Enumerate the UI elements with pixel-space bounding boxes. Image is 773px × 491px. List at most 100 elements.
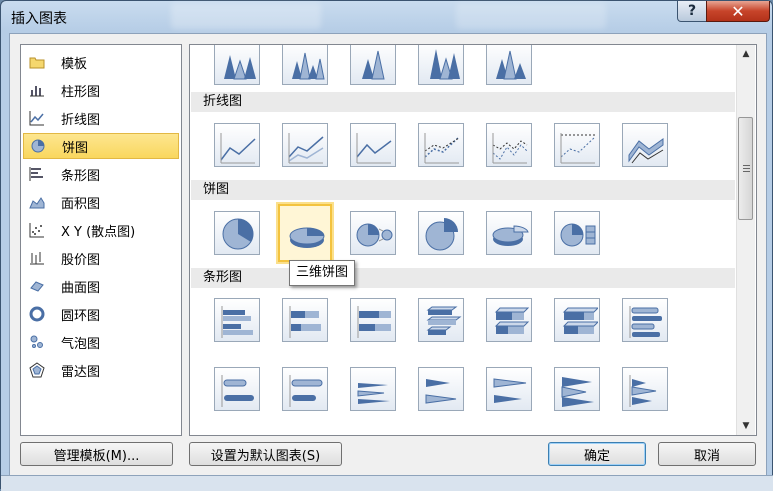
line-chart-thumbnail[interactable] bbox=[554, 123, 600, 167]
line-chart-chart-icon bbox=[424, 133, 460, 164]
cone-column-chart-icon bbox=[224, 55, 256, 80]
pie-chart-thumbnail[interactable] bbox=[418, 211, 464, 255]
line-chart-chart-icon bbox=[628, 138, 664, 164]
line-chart-thumbnail[interactable] bbox=[486, 123, 532, 167]
chart-subtype-gallery: 折线图 饼图 条形图 ▲ ▼ bbox=[189, 44, 757, 436]
line-chart-chart-icon bbox=[492, 133, 528, 164]
insert-chart-dialog: 插入图表 ? ✕ 模板柱形图折线图饼图条形图面积图 X Y (散点图) 股价图曲面图… bbox=[0, 0, 773, 491]
chart-type-item[interactable]: 面积图 bbox=[23, 189, 179, 215]
bar-chart-icon bbox=[29, 166, 45, 182]
pie-chart-chart-icon bbox=[289, 227, 325, 248]
pie-chart-chart-icon bbox=[492, 225, 529, 246]
scroll-down-arrow-icon[interactable]: ▼ bbox=[737, 417, 755, 434]
cylinder-bar-thumbnail[interactable] bbox=[622, 367, 668, 411]
cylinder-bar-thumbnail[interactable] bbox=[486, 367, 532, 411]
bar-chart-thumbnail[interactable] bbox=[554, 298, 600, 342]
close-button[interactable]: ✕ bbox=[706, 1, 770, 22]
cylinder-bar-chart-icon bbox=[493, 378, 527, 403]
column-chart-icon bbox=[29, 82, 45, 98]
chart-type-label: 雷达图 bbox=[61, 364, 101, 380]
pie-chart-thumbnail[interactable] bbox=[554, 211, 600, 255]
pie-chart-chart-icon bbox=[560, 223, 596, 247]
chart-type-item[interactable]: X Y (散点图) bbox=[23, 217, 179, 243]
chart-type-label: X Y (散点图) bbox=[61, 224, 136, 240]
bar-chart-thumbnail[interactable] bbox=[622, 298, 668, 342]
section-header-line: 折线图 bbox=[191, 92, 735, 112]
pie-chart-thumbnail[interactable] bbox=[486, 211, 532, 255]
chart-type-list: 模板柱形图折线图饼图条形图面积图 X Y (散点图) 股价图曲面图 圆环图气泡图雷达图 bbox=[20, 44, 182, 436]
cylinder-bar-thumbnail[interactable] bbox=[350, 367, 396, 411]
chart-type-label: 面积图 bbox=[61, 196, 101, 212]
cylinder-bar-chart-icon bbox=[357, 383, 390, 404]
bubble-chart-icon bbox=[29, 334, 45, 350]
chart-type-label: 气泡图 bbox=[61, 336, 101, 352]
cylinder-bar-chart-icon bbox=[221, 375, 254, 407]
gallery-scrollbar[interactable]: ▲ ▼ bbox=[736, 45, 755, 435]
line-chart-thumbnail[interactable] bbox=[282, 123, 328, 167]
cone-column-thumbnail[interactable] bbox=[282, 45, 328, 85]
chart-type-item[interactable]: 折线图 bbox=[23, 105, 179, 131]
cone-column-thumbnail[interactable] bbox=[418, 45, 464, 85]
cone-column-chart-icon bbox=[292, 52, 325, 80]
scatter-chart-icon bbox=[29, 222, 45, 238]
ok-button[interactable]: 确定 bbox=[548, 442, 646, 466]
tooltip-3d-pie: 三维饼图 bbox=[289, 260, 356, 286]
cone-column-chart-icon bbox=[430, 49, 460, 80]
cancel-button[interactable]: 取消 bbox=[658, 442, 756, 466]
chart-type-item[interactable]: 股价图 bbox=[23, 245, 179, 271]
cylinder-bar-chart-icon bbox=[561, 377, 594, 407]
line-chart-thumbnail[interactable] bbox=[214, 123, 260, 167]
pie-chart-thumbnail[interactable] bbox=[350, 211, 396, 255]
title-bar[interactable]: 插入图表 ? ✕ bbox=[1, 1, 772, 35]
pie-chart-thumbnail[interactable] bbox=[278, 204, 332, 262]
pie-chart-thumbnail[interactable] bbox=[214, 211, 260, 255]
surface-chart-icon bbox=[29, 278, 45, 294]
chart-type-label: 股价图 bbox=[61, 252, 101, 268]
cylinder-bar-thumbnail[interactable] bbox=[214, 367, 260, 411]
chart-type-label: 饼图 bbox=[62, 140, 89, 156]
chart-type-item[interactable]: 条形图 bbox=[23, 161, 179, 187]
pie-chart-chart-icon bbox=[222, 218, 254, 250]
scroll-up-arrow-icon[interactable]: ▲ bbox=[737, 45, 755, 62]
chart-type-label: 折线图 bbox=[61, 112, 101, 128]
cone-column-chart-icon bbox=[496, 50, 526, 80]
manage-templates-button[interactable]: 管理模板(M)... bbox=[20, 442, 173, 466]
chart-type-item[interactable]: 气泡图 bbox=[23, 329, 179, 355]
pie-chart-icon bbox=[30, 138, 46, 154]
chart-type-item[interactable]: 圆环图 bbox=[23, 301, 179, 327]
cylinder-bar-thumbnail[interactable] bbox=[554, 367, 600, 411]
help-button[interactable]: ? bbox=[677, 1, 707, 22]
line-chart-chart-icon bbox=[356, 133, 392, 164]
bar-chart-chart-icon bbox=[494, 307, 530, 334]
pie-chart-chart-icon bbox=[425, 218, 458, 251]
chart-type-item[interactable]: 柱形图 bbox=[23, 77, 179, 103]
bar-chart-thumbnail[interactable] bbox=[350, 298, 396, 342]
chart-type-item[interactable]: 饼图 bbox=[23, 133, 179, 159]
bar-chart-thumbnail[interactable] bbox=[486, 298, 532, 342]
cylinder-bar-thumbnail[interactable] bbox=[282, 367, 328, 411]
cone-column-thumbnail[interactable] bbox=[486, 45, 532, 85]
line-chart-chart-icon bbox=[220, 133, 256, 164]
line-chart-thumbnail[interactable] bbox=[350, 123, 396, 167]
cylinder-bar-thumbnail[interactable] bbox=[418, 367, 464, 411]
area-chart-icon bbox=[29, 194, 45, 210]
bar-chart-thumbnail[interactable] bbox=[214, 298, 260, 342]
line-chart-chart-icon bbox=[560, 133, 596, 164]
set-default-chart-button[interactable]: 设置为默认图表(S) bbox=[189, 442, 342, 466]
line-chart-icon bbox=[29, 110, 45, 126]
cylinder-bar-chart-icon bbox=[289, 375, 323, 407]
bar-chart-chart-icon bbox=[221, 306, 253, 338]
line-chart-thumbnail[interactable] bbox=[622, 123, 668, 167]
chart-type-item[interactable]: 模板 bbox=[23, 49, 179, 75]
bar-chart-thumbnail[interactable] bbox=[418, 298, 464, 342]
chart-type-label: 柱形图 bbox=[61, 84, 101, 100]
cone-column-thumbnail[interactable] bbox=[350, 45, 396, 85]
scroll-thumb[interactable] bbox=[738, 117, 753, 220]
bar-chart-thumbnail[interactable] bbox=[282, 298, 328, 342]
chart-type-item[interactable]: 雷达图 bbox=[23, 357, 179, 383]
chart-type-item[interactable]: 曲面图 bbox=[23, 273, 179, 299]
cone-column-chart-icon bbox=[362, 50, 385, 80]
cone-column-thumbnail[interactable] bbox=[214, 45, 260, 85]
dialog-content: 模板柱形图折线图饼图条形图面积图 X Y (散点图) 股价图曲面图 圆环图气泡图雷达图… bbox=[9, 33, 767, 476]
line-chart-thumbnail[interactable] bbox=[418, 123, 464, 167]
